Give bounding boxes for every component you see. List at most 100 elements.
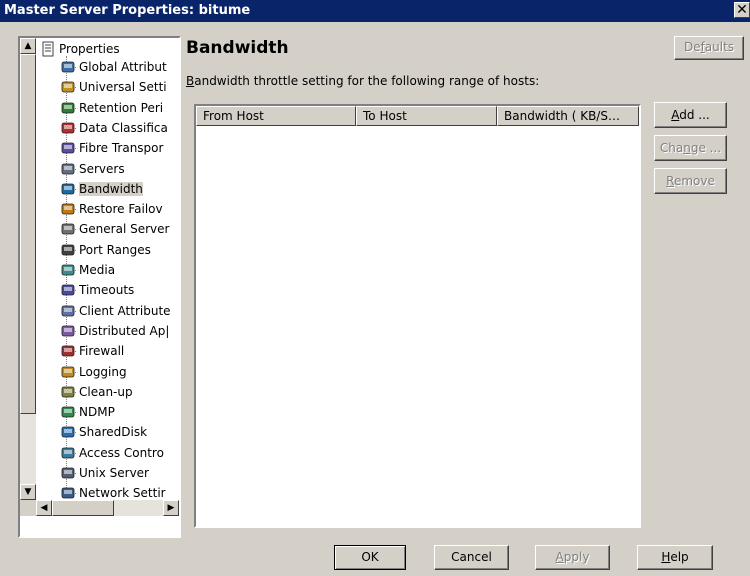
arrow-right-icon: ▶ (167, 503, 175, 513)
tree-item-label: Global Attribut (79, 60, 167, 74)
fibre-transport-icon (60, 140, 76, 156)
access-control-icon (60, 445, 76, 461)
master-server-properties-dialog: Master Server Properties: bitume ✕ ▲ ▼ ◀… (0, 0, 750, 576)
tree-item-label: Logging (79, 364, 127, 379)
ok-button[interactable]: OK (334, 545, 406, 570)
description-mnemonic: B (186, 74, 195, 88)
column-to-host[interactable]: To Host (356, 106, 497, 126)
bandwidth-icon (60, 181, 76, 197)
remove-button[interactable]: Remove (654, 168, 727, 194)
remove-mnemonic: R (666, 174, 674, 188)
tree-item-retention-peri[interactable]: Retention Peri (60, 99, 163, 117)
list-header: From Host To Host Bandwidth ( KB/S… (196, 106, 639, 126)
tree-item-media[interactable]: Media (60, 261, 115, 279)
tree-item-label: Data Classifica (79, 120, 168, 135)
arrow-down-icon: ▼ (24, 487, 32, 497)
apply-mnemonic: A (555, 550, 564, 564)
defaults-button[interactable]: Defaults (674, 36, 744, 60)
tree-item-timeouts[interactable]: Timeouts (60, 281, 134, 299)
properties-tree[interactable]: ▲ ▼ ◀ ▶ Properties Global Attribut Univer… (18, 36, 181, 538)
tree-item-access-contro[interactable]: Access Contro (60, 444, 164, 462)
clean-up-icon (60, 384, 76, 400)
tree-root-properties[interactable]: Properties (40, 40, 120, 58)
help-button[interactable]: Help (637, 545, 713, 570)
globe-icon (60, 59, 76, 75)
cancel-button[interactable]: Cancel (434, 545, 509, 570)
scroll-up-button[interactable]: ▲ (20, 38, 36, 54)
tree-item-global-attribut[interactable]: Global Attribut (60, 58, 167, 76)
tree-item-label: Port Ranges (79, 242, 151, 257)
add-button[interactable]: Add ... (654, 102, 727, 128)
tree-item-label: Access Contro (79, 445, 164, 460)
scroll-down-button[interactable]: ▼ (20, 484, 36, 500)
window-title: Master Server Properties: bitume (4, 3, 251, 18)
add-label: dd ... (679, 108, 710, 122)
tree-horizontal-scrollbar[interactable]: ◀ ▶ (36, 500, 179, 516)
tree-item-unix-server[interactable]: Unix Server (60, 464, 149, 482)
remove-label: emove (673, 174, 715, 188)
properties-icon (40, 41, 56, 57)
tree-item-network-settir[interactable]: Network Settir (60, 484, 166, 502)
tree-item-label: Firewall (79, 344, 125, 359)
port-ranges-icon (60, 242, 76, 258)
general-server-icon (60, 221, 76, 237)
tree-item-label: Universal Setti (79, 80, 167, 95)
tree-item-label: Servers (79, 161, 125, 176)
tree-item-label: NDMP (79, 405, 115, 420)
change-mnemonic: n (683, 141, 691, 155)
tree-item-label: Unix Server (79, 466, 149, 480)
tree-items: Properties Global Attribut Universal Sett… (38, 38, 179, 500)
tree-item-firewall[interactable]: Firewall (60, 342, 124, 360)
scroll-right-button[interactable]: ▶ (163, 500, 179, 516)
tree-item-label: Network Settir (79, 486, 166, 501)
tree-item-client-attribute[interactable]: Client Attribute (60, 302, 171, 320)
media-icon (60, 262, 76, 278)
restore-failover-icon (60, 201, 76, 217)
tree-item-port-ranges[interactable]: Port Ranges (60, 241, 151, 259)
tree-item-label: Distributed Ap| (79, 323, 170, 338)
change-label-b: ge ... (690, 141, 722, 155)
scroll-left-button[interactable]: ◀ (36, 500, 52, 516)
tree-item-label: Bandwidth (79, 181, 143, 196)
tree-item-label: Fibre Transpor (79, 141, 164, 156)
shared-disk-icon (60, 424, 76, 440)
logging-icon (60, 364, 76, 380)
ndmp-icon (60, 404, 76, 420)
help-mnemonic: H (661, 550, 671, 564)
tree-item-shareddisk[interactable]: SharedDisk (60, 423, 147, 441)
close-button[interactable]: ✕ (734, 2, 750, 18)
column-from-host[interactable]: From Host (196, 106, 356, 126)
retention-icon (60, 100, 76, 116)
tree-item-label: Media (79, 263, 116, 277)
column-bandwidth[interactable]: Bandwidth ( KB/S… (497, 106, 639, 126)
tree-item-universal-setti[interactable]: Universal Setti (60, 78, 167, 96)
network-settings-icon (60, 485, 76, 501)
bandwidth-host-list[interactable]: From Host To Host Bandwidth ( KB/S… (194, 104, 641, 528)
change-button[interactable]: Change ... (654, 135, 727, 161)
defaults-label-b: aults (704, 40, 735, 54)
tree-vertical-scrollbar[interactable]: ▲ ▼ (20, 38, 36, 500)
tree-item-label: Retention Peri (79, 100, 164, 115)
tree-item-fibre-transpor[interactable]: Fibre Transpor (60, 139, 163, 157)
tree-item-restore-failov[interactable]: Restore Failov (60, 200, 163, 218)
tree-item-clean-up[interactable]: Clean-up (60, 383, 133, 401)
defaults-label-a: De (683, 40, 701, 54)
apply-button[interactable]: Apply (535, 545, 610, 570)
tree-item-general-server[interactable]: General Server (60, 220, 169, 238)
tree-item-label: Timeouts (79, 283, 135, 298)
tree-item-label: SharedDisk (79, 425, 148, 440)
tree-item-servers[interactable]: Servers (60, 160, 125, 178)
tree-item-logging[interactable]: Logging (60, 363, 127, 381)
tree-item-data-classifica[interactable]: Data Classifica (60, 119, 168, 137)
description-text: andwidth throttle setting for the follow… (194, 74, 540, 88)
tree-item-distributed-ap[interactable]: Distributed Ap| (60, 322, 169, 340)
tree-item-bandwidth[interactable]: Bandwidth (60, 180, 143, 198)
page-title: Bandwidth (186, 38, 289, 58)
tree-item-ndmp[interactable]: NDMP (60, 403, 115, 421)
vertical-scroll-thumb[interactable] (20, 54, 36, 414)
data-classification-icon (60, 120, 76, 136)
horizontal-scroll-thumb[interactable] (52, 500, 114, 516)
title-bar: Master Server Properties: bitume ✕ (0, 0, 750, 22)
help-label: elp (670, 550, 689, 564)
arrow-up-icon: ▲ (24, 41, 32, 51)
